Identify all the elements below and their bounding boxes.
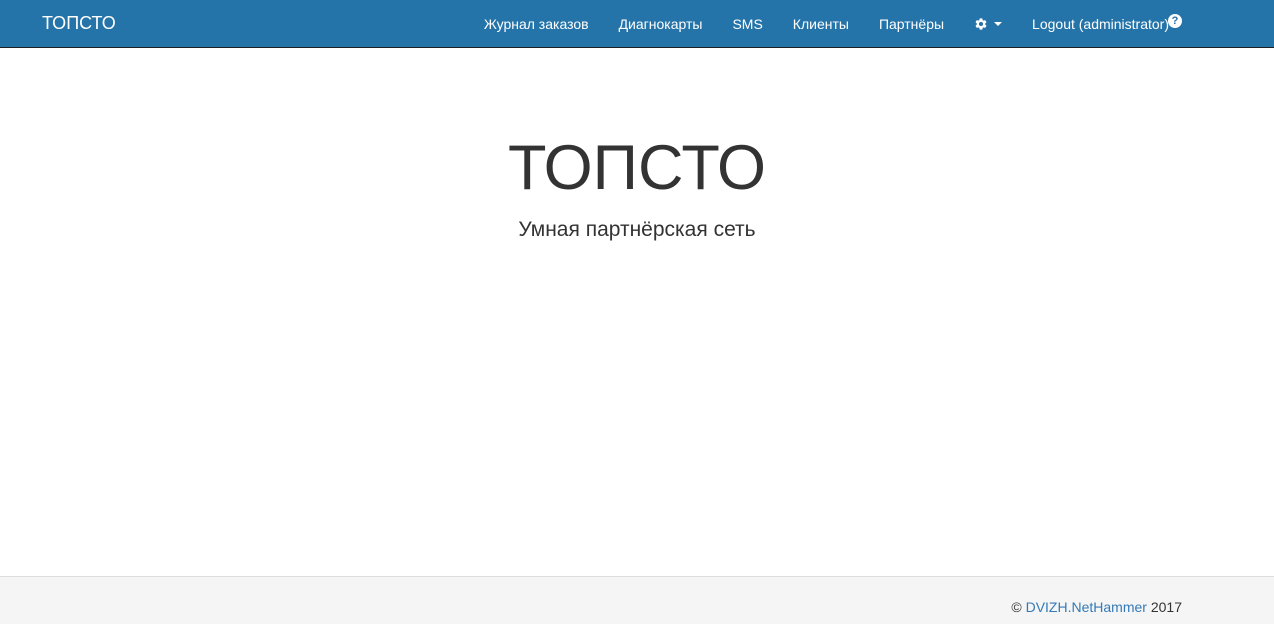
main-nav: Журнал заказов Диагнокарты SMS Клиенты П…	[469, 0, 1184, 47]
nav-item-sms[interactable]: SMS	[717, 14, 777, 34]
company-link[interactable]: DVIZH.NetHammer	[1026, 599, 1147, 615]
caret-down-icon	[994, 21, 1003, 26]
gear-icon	[975, 17, 987, 30]
hero-title: ТОПСТО	[508, 133, 766, 203]
copyright-symbol: ©	[1011, 599, 1022, 615]
copyright-year: 2017	[1150, 599, 1182, 615]
nav-item-diagnostic-cards[interactable]: Диагнокарты	[604, 14, 718, 34]
hero-subtitle: Умная партнёрская сеть	[518, 218, 756, 241]
nav-item-clients[interactable]: Клиенты	[778, 14, 864, 34]
top-navbar: ТОПСТО Журнал заказов Диагнокарты SMS Кл…	[0, 0, 1274, 48]
brand-link[interactable]: ТОПСТО	[42, 12, 116, 34]
question-circle-icon[interactable]: ?	[1168, 14, 1182, 28]
page-footer: © DVIZH.NetHammer 2017	[0, 576, 1274, 624]
logout-link[interactable]: Logout (administrator)	[1017, 14, 1184, 34]
footer-copyright: © DVIZH.NetHammer 2017	[1011, 598, 1182, 616]
nav-item-partners[interactable]: Партнёры	[864, 14, 959, 34]
settings-dropdown-toggle[interactable]	[959, 17, 1017, 31]
nav-item-orders-journal[interactable]: Журнал заказов	[469, 14, 604, 34]
hero-section: ТОПСТО Умная партнёрская сеть	[0, 130, 1274, 244]
